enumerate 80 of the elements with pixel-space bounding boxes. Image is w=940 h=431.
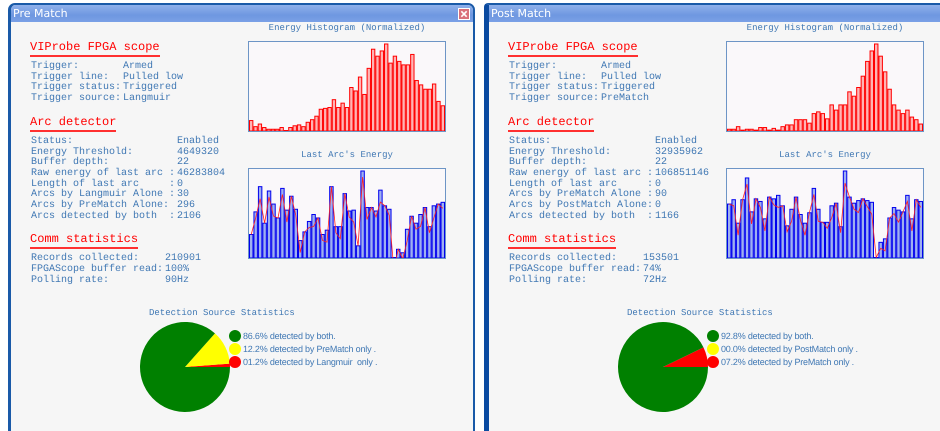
field-label: Arcs by Langmuir Alone :	[31, 190, 176, 200]
field-label: Trigger line:	[509, 72, 588, 83]
field-value: Triggered	[601, 83, 656, 94]
window-title: Pre Match	[13, 7, 68, 20]
section-heading: Arc detector	[508, 116, 594, 132]
field-label: Arcs by PreMatch Alone :	[509, 190, 654, 200]
field-label: Arcs by PostMatch Alone:	[509, 201, 654, 212]
section-heading: Comm statistics	[508, 233, 616, 250]
field-label: Raw energy of last arc :	[31, 168, 176, 179]
field-label: Status:	[509, 136, 552, 147]
field-value: Pulled low	[601, 72, 662, 83]
field-label: Trigger:	[31, 62, 80, 72]
field-value: 90Hz	[165, 276, 190, 287]
field-value: 0	[655, 201, 662, 212]
field-label: FPGAScope buffer read:	[31, 265, 164, 276]
field-value: Pulled low	[123, 72, 184, 83]
field-value: 90	[655, 190, 668, 200]
chart-title: Last Arc's Energy	[301, 149, 393, 162]
field-value: 72Hz	[643, 276, 668, 287]
field-label: Records collected:	[31, 254, 140, 264]
field-value: Armed	[601, 62, 632, 72]
legend-label: 86.6% detected by both.	[243, 331, 336, 342]
field-label: Arcs by PreMatch Alone:	[31, 201, 170, 212]
section-heading: Comm statistics	[30, 233, 138, 250]
field-label: Trigger status:	[509, 83, 600, 94]
field-value: 4649320	[177, 148, 220, 158]
field-value: 32935962	[655, 148, 704, 158]
window-title: Post Match	[491, 7, 552, 20]
field-label: Length of last arc :	[31, 180, 176, 190]
field-label: Polling rate:	[509, 276, 588, 287]
field-label: Length of last arc :	[509, 180, 654, 190]
field-label: Arcs detected by both :	[509, 212, 654, 222]
field-value: 22	[655, 158, 668, 168]
field-value: Triggered	[123, 83, 178, 94]
chart-title: Last Arc's Energy	[779, 149, 871, 162]
field-label: Trigger:	[509, 62, 558, 72]
chart-title: Energy Histogram (Normalized)	[746, 22, 904, 35]
field-value: 2106	[177, 212, 202, 222]
field-label: Records collected:	[509, 254, 618, 264]
field-value: 296	[177, 201, 196, 212]
field-label: Energy Threshold:	[509, 148, 612, 158]
field-value: Langmuir	[123, 94, 172, 105]
field-value: Armed	[123, 62, 154, 72]
field-value: 1166	[655, 212, 680, 222]
legend-label: 92.8% detected by both.	[721, 331, 814, 342]
field-value: 22	[177, 158, 190, 168]
field-value: 46283804	[177, 168, 226, 180]
field-label: Buffer depth:	[509, 158, 588, 168]
chart-title: Detection Source Statistics	[627, 308, 774, 318]
section-heading: VIProbe FPGA scope	[30, 41, 160, 57]
field-label: Polling rate:	[31, 276, 110, 287]
field-value: 30	[177, 190, 190, 200]
legend-label: 00.0% detected by PostMatch only .	[721, 344, 858, 354]
field-label: Trigger line:	[31, 72, 110, 83]
field-label: Status:	[31, 136, 74, 147]
field-value: 0	[655, 180, 662, 190]
field-label: Trigger source:	[509, 94, 600, 105]
field-value: 0	[177, 180, 184, 190]
field-label: Energy Threshold:	[31, 148, 134, 158]
field-label: Trigger status:	[31, 83, 122, 94]
field-label: Raw energy of last arc :	[509, 168, 654, 179]
field-label: Arcs detected by both :	[31, 212, 176, 222]
field-value: 74%	[643, 265, 662, 276]
field-value: Enabled	[177, 136, 220, 147]
legend-label: 12.2% detected by PreMatch only .	[243, 344, 376, 354]
legend-label: 07.2% detected by PreMatch only .	[721, 357, 854, 368]
field-value: 210901	[165, 254, 202, 264]
field-label: Trigger source:	[31, 94, 122, 105]
field-label: FPGAScope buffer read:	[509, 265, 642, 276]
field-value: 153501	[643, 254, 680, 264]
chart-title: Energy Histogram (Normalized)	[268, 22, 426, 35]
field-value: 100%	[165, 265, 190, 276]
chart-title: Detection Source Statistics	[149, 308, 296, 318]
section-heading: Arc detector	[30, 116, 116, 132]
field-label: Buffer depth:	[31, 158, 110, 168]
section-heading: VIProbe FPGA scope	[508, 41, 638, 57]
field-value: Enabled	[655, 136, 698, 147]
field-value: 106851146	[655, 168, 710, 180]
legend-label: 01.2% detected by Langmuir only .	[243, 357, 378, 368]
field-value: PreMatch	[601, 94, 650, 105]
